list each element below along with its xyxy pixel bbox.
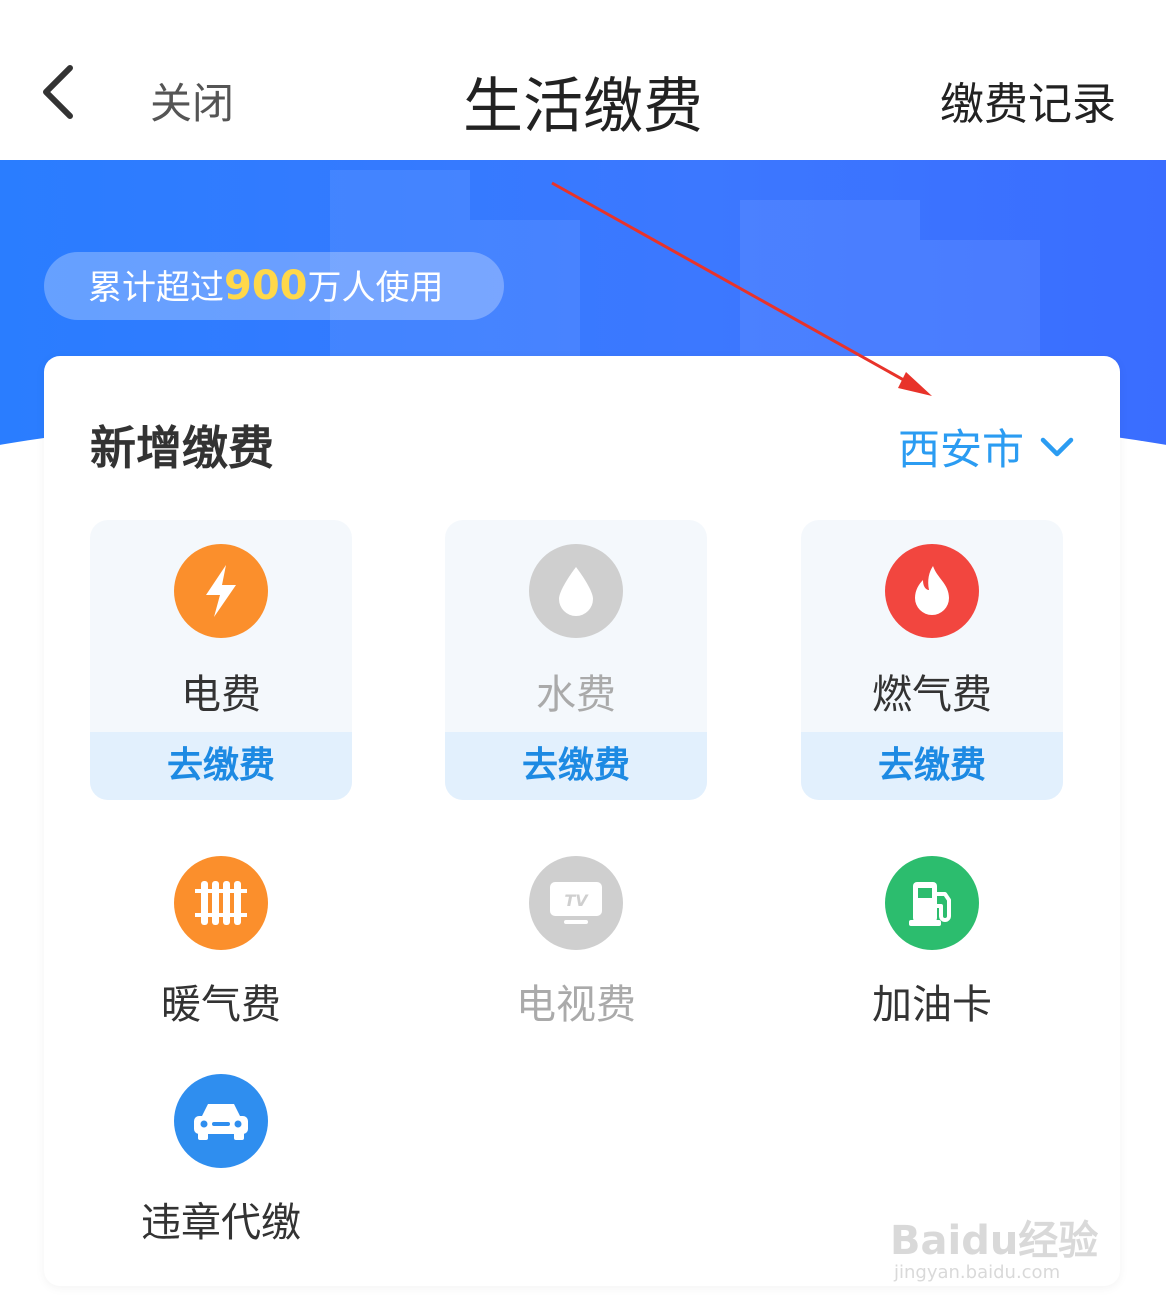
tv-icon: TV	[529, 856, 623, 950]
tile-electricity[interactable]: 电费 去缴费	[90, 520, 352, 800]
tile-gas[interactable]: 燃气费 去缴费	[801, 520, 1063, 800]
watermark-brand: Baidu经验	[890, 1218, 1099, 1264]
usage-badge: 累计超过900万人使用	[44, 252, 504, 320]
item-traffic-violation[interactable]: 违章代缴	[90, 1074, 352, 1264]
fuel-pump-icon	[885, 856, 979, 950]
badge-number: 900	[224, 263, 308, 309]
radiator-icon	[174, 856, 268, 950]
item-label: 电视费	[516, 982, 636, 1028]
item-tv[interactable]: TV 电视费	[445, 856, 707, 1046]
add-payment-card: 新增缴费 西安市 电费 去缴费 水费 去缴费 燃气费 去缴费 暖气费 TV 电视…	[44, 356, 1120, 1286]
tile-label: 水费	[536, 672, 616, 718]
flame-icon	[885, 544, 979, 638]
tv-icon-text: TV	[564, 891, 589, 910]
watermark-url: jingyan.baidu.com	[894, 1262, 1061, 1283]
badge-suffix: 万人使用	[307, 268, 444, 308]
chevron-down-icon	[1040, 437, 1074, 456]
card-title: 新增缴费	[90, 421, 274, 475]
item-heating[interactable]: 暖气费	[90, 856, 352, 1046]
pay-button[interactable]: 去缴费	[801, 732, 1063, 800]
top-bar: 关闭 生活缴费 缴费记录	[0, 0, 1166, 160]
city-selector[interactable]: 西安市	[898, 416, 1074, 477]
tile-water[interactable]: 水费 去缴费	[445, 520, 707, 800]
tile-label: 电费	[181, 672, 261, 718]
item-label: 违章代缴	[141, 1200, 301, 1246]
item-label: 加油卡	[872, 982, 992, 1028]
lightning-icon	[174, 544, 268, 638]
watermark: Baidu经验 jingyan.baidu.com	[890, 1190, 1110, 1290]
item-label: 暖气费	[161, 982, 281, 1028]
tile-label: 燃气费	[872, 672, 992, 718]
pay-button[interactable]: 去缴费	[445, 732, 707, 800]
pay-button[interactable]: 去缴费	[90, 732, 352, 800]
city-label: 西安市	[897, 425, 1024, 474]
payment-record-button[interactable]: 缴费记录	[940, 68, 1116, 132]
water-drop-icon	[529, 544, 623, 638]
item-fuel-card[interactable]: 加油卡	[801, 856, 1063, 1046]
badge-prefix: 累计超过	[88, 268, 224, 308]
car-icon	[174, 1074, 268, 1168]
